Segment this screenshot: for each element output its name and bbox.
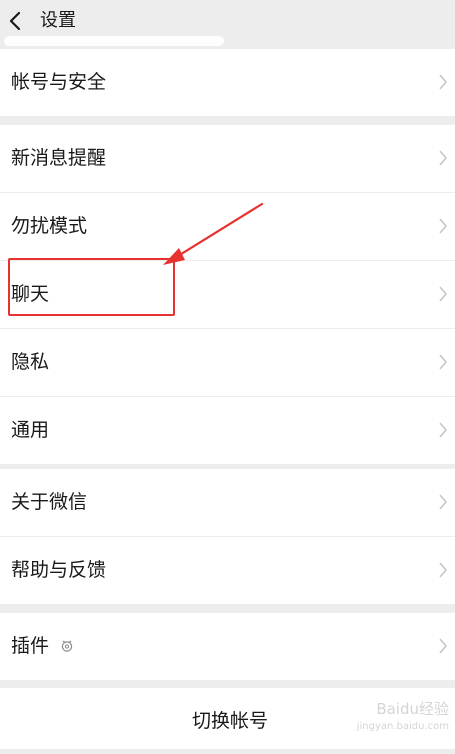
watermark-brand: Baidu经验 xyxy=(376,700,449,718)
annotation-highlight-box xyxy=(8,258,175,316)
settings-item-about[interactable]: 关于微信 xyxy=(0,469,455,537)
settings-item-do-not-disturb[interactable]: 勿扰模式 xyxy=(0,193,455,261)
chevron-right-icon xyxy=(439,354,447,370)
settings-item-privacy[interactable]: 隐私 xyxy=(0,329,455,397)
group-plugins: 插件 xyxy=(0,613,455,680)
settings-item-label: 通用 xyxy=(11,419,50,441)
plugin-gear-icon xyxy=(61,640,73,652)
redaction-smudge xyxy=(4,36,224,46)
chevron-right-icon xyxy=(439,150,447,166)
settings-item-help-feedback[interactable]: 帮助与反馈 xyxy=(0,537,455,604)
chevron-right-icon xyxy=(439,494,447,510)
page-title: 设置 xyxy=(40,10,76,31)
back-arrow-icon[interactable] xyxy=(6,9,26,33)
chevron-right-icon xyxy=(439,638,447,654)
group-about: 关于微信 帮助与反馈 xyxy=(0,469,455,604)
settings-item-general[interactable]: 通用 xyxy=(0,397,455,464)
watermark: Baidu经验 jingyan.baidu.com xyxy=(357,700,449,736)
settings-item-label: 勿扰模式 xyxy=(11,215,88,237)
settings-item-label: 插件 xyxy=(11,635,50,657)
chevron-right-icon xyxy=(439,562,447,578)
settings-item-notifications[interactable]: 新消息提醒 xyxy=(0,125,455,193)
group-account: 帐号与安全 xyxy=(0,49,455,116)
settings-item-label: 新消息提醒 xyxy=(11,147,107,169)
settings-item-account-security[interactable]: 帐号与安全 xyxy=(0,49,455,116)
settings-item-label: 隐私 xyxy=(11,351,50,373)
settings-item-label: 关于微信 xyxy=(11,491,88,513)
chevron-right-icon xyxy=(439,218,447,234)
chevron-right-icon xyxy=(439,74,447,90)
chevron-right-icon xyxy=(439,286,447,302)
settings-item-label: 帐号与安全 xyxy=(11,71,107,93)
settings-item-plugins[interactable]: 插件 xyxy=(0,613,455,680)
watermark-url: jingyan.baidu.com xyxy=(356,721,449,732)
settings-item-label: 帮助与反馈 xyxy=(11,559,107,581)
chevron-right-icon xyxy=(439,422,447,438)
